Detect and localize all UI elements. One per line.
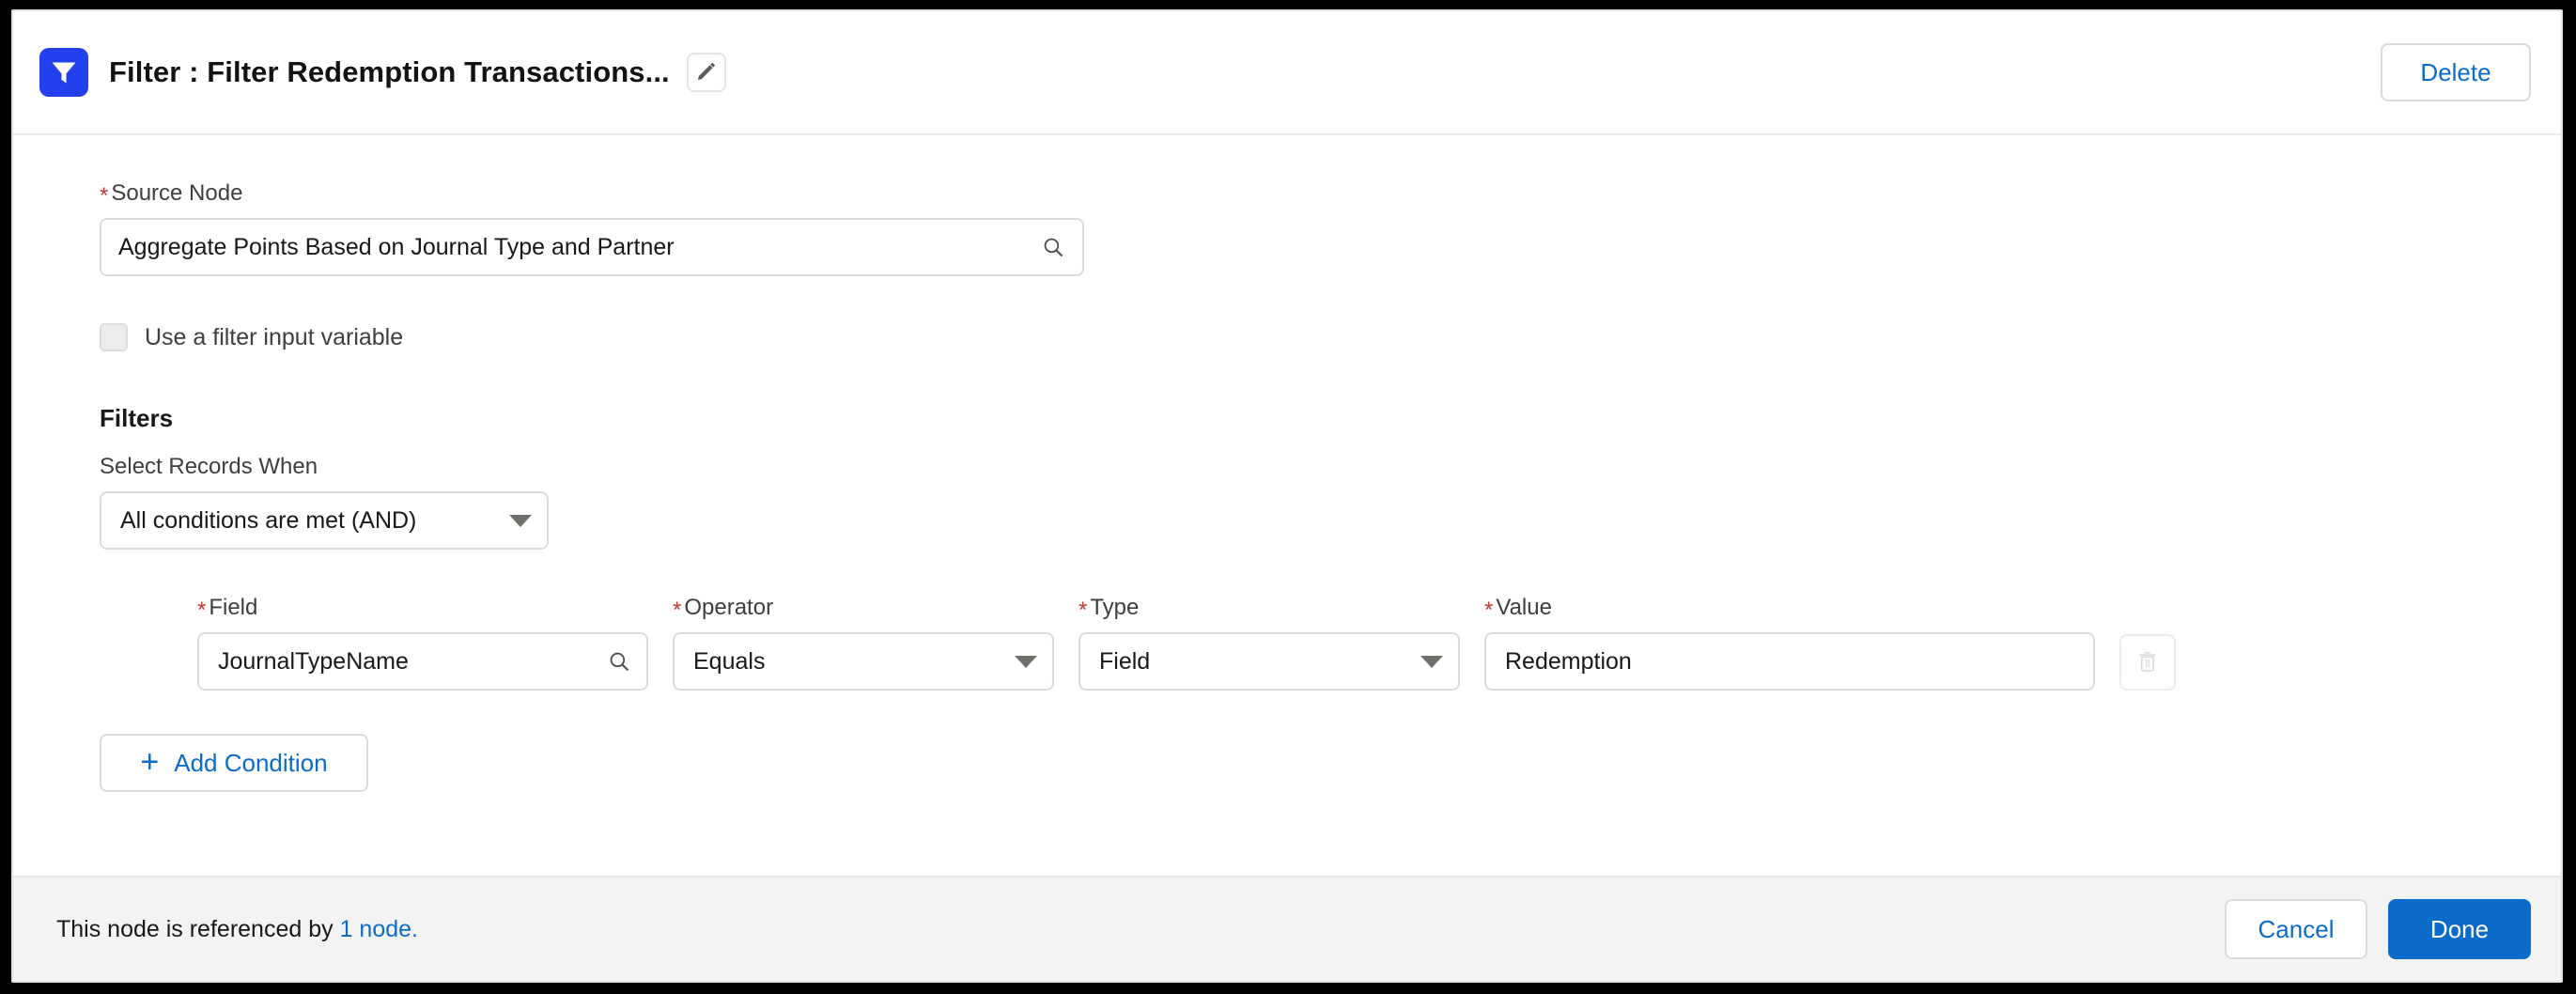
panel-footer: This node is referenced by 1 node. Cance… [13, 876, 2561, 981]
filter-input-variable-row[interactable]: Use a filter input variable [100, 323, 2561, 351]
pencil-icon [695, 60, 718, 85]
condition-operator-label: * Operator [673, 595, 1054, 623]
source-node-combobox[interactable]: Aggregate Points Based on Journal Type a… [100, 218, 1084, 276]
condition-type-value: Field [1099, 647, 1151, 675]
use-filter-input-variable-label: Use a filter input variable [145, 323, 404, 350]
condition-field-label: * Field [197, 595, 648, 623]
chevron-down-icon [509, 514, 532, 527]
reference-note: This node is referenced by 1 node. [56, 916, 2225, 943]
filter-icon [39, 48, 88, 97]
search-icon[interactable] [1041, 235, 1065, 259]
required-asterisk: * [1079, 598, 1088, 623]
required-asterisk: * [1484, 598, 1494, 623]
filter-node-panel: Filter : Filter Redemption Transactions.… [11, 9, 2563, 983]
condition-row: * Field JournalTypeName * Operator Equals [197, 595, 2561, 691]
condition-value-group: * Value Redemption [1484, 595, 2095, 691]
condition-operator-dropdown[interactable]: Equals [673, 632, 1054, 691]
select-records-when-label: Select Records When [100, 454, 318, 479]
condition-value-text: Redemption [1505, 647, 1632, 675]
chevron-down-icon [1015, 655, 1037, 668]
source-node-label: * Source Node [100, 180, 1084, 209]
condition-value-label: * Value [1484, 595, 2095, 623]
edit-title-button[interactable] [686, 53, 726, 92]
delete-condition-button[interactable] [2119, 634, 2176, 691]
reference-note-prefix: This node is referenced by [56, 915, 340, 942]
delete-button[interactable]: Delete [2381, 43, 2531, 101]
source-node-label-text: Source Node [111, 180, 243, 206]
required-asterisk: * [673, 598, 682, 623]
select-records-when-dropdown[interactable]: All conditions are met (AND) [100, 491, 549, 550]
condition-operator-group: * Operator Equals [673, 595, 1054, 691]
add-condition-label: Add Condition [174, 748, 328, 777]
search-icon[interactable] [607, 649, 631, 674]
condition-type-dropdown[interactable]: Field [1079, 632, 1460, 691]
condition-operator-label-text: Operator [684, 595, 774, 620]
condition-type-label: * Type [1079, 595, 1460, 623]
plus-icon: + [140, 744, 160, 780]
condition-value-input[interactable]: Redemption [1484, 632, 2095, 691]
condition-value-label-text: Value [1496, 595, 1552, 620]
filters-heading: Filters [100, 404, 174, 432]
condition-operator-value: Equals [693, 647, 766, 675]
required-asterisk: * [197, 598, 207, 623]
add-condition-button[interactable]: + Add Condition [100, 734, 368, 792]
condition-field-value: JournalTypeName [218, 647, 409, 675]
source-node-group: * Source Node Aggregate Points Based on J… [100, 180, 1084, 276]
required-asterisk: * [100, 183, 109, 209]
source-node-value: Aggregate Points Based on Journal Type a… [118, 233, 675, 260]
condition-field-group: * Field JournalTypeName [197, 595, 648, 691]
condition-field-label-text: Field [209, 595, 258, 620]
reference-note-link[interactable]: 1 node. [340, 916, 418, 942]
trash-icon [2135, 649, 2160, 676]
chevron-down-icon [1420, 655, 1443, 668]
use-filter-input-variable-checkbox[interactable] [100, 323, 128, 351]
page-title: Filter : Filter Redemption Transactions.… [109, 55, 670, 88]
condition-type-label-text: Type [1090, 595, 1140, 620]
cancel-button[interactable]: Cancel [2225, 899, 2367, 959]
select-records-when-value: All conditions are met (AND) [120, 506, 417, 534]
condition-field-combobox[interactable]: JournalTypeName [197, 632, 648, 691]
done-button[interactable]: Done [2388, 899, 2531, 959]
panel-body: * Source Node Aggregate Points Based on J… [13, 135, 2561, 876]
header-left-group: Filter : Filter Redemption Transactions.… [39, 48, 2381, 97]
condition-type-group: * Type Field [1079, 595, 1460, 691]
panel-header: Filter : Filter Redemption Transactions.… [13, 11, 2561, 135]
